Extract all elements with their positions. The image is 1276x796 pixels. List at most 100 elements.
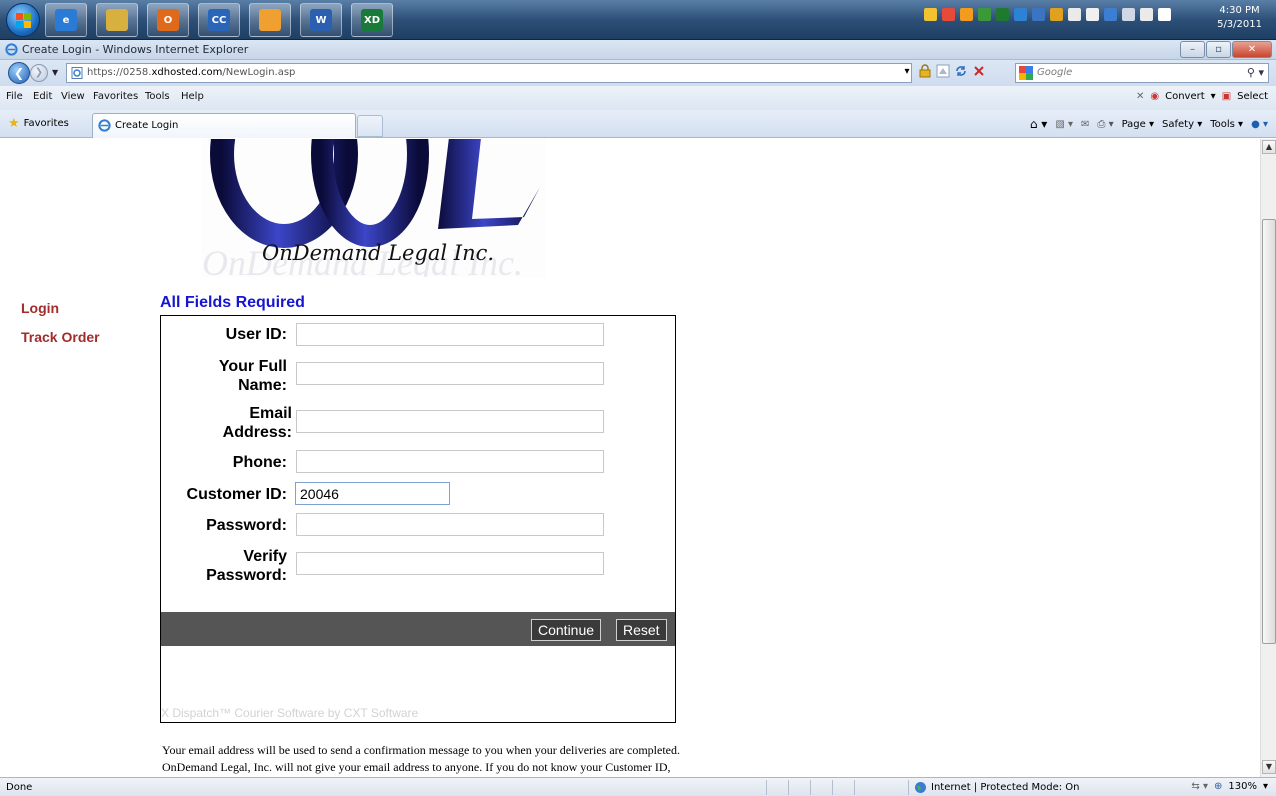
email-label-line1: Email — [249, 405, 292, 422]
calendar-app-icon — [259, 9, 281, 31]
file-explorer-icon — [106, 9, 128, 31]
taskbar-app-button[interactable] — [249, 3, 291, 37]
favorites-button[interactable]: ★ Favorites — [8, 116, 69, 131]
menu-help[interactable]: Help — [181, 91, 204, 102]
menu-favorites[interactable]: Favorites — [93, 91, 138, 102]
login-link[interactable]: Login — [21, 300, 59, 316]
menu-tools[interactable]: Tools — [145, 91, 170, 102]
lock-icon[interactable] — [918, 64, 932, 78]
windows-logo-icon — [16, 13, 32, 29]
form-button-bar: Continue Reset — [161, 612, 675, 646]
taskbar-app-button[interactable] — [96, 3, 138, 37]
continue-button[interactable]: Continue — [531, 619, 602, 641]
reset-button[interactable]: Reset — [616, 619, 667, 641]
internet-explorer-icon — [98, 119, 111, 132]
convert-dropdown-icon[interactable]: ▾ — [1211, 91, 1216, 102]
taskbar-app-button[interactable]: CC — [198, 3, 240, 37]
tray-icon[interactable] — [1158, 8, 1171, 21]
password-input[interactable] — [296, 513, 604, 536]
page-icon — [71, 67, 83, 79]
stop-icon[interactable] — [972, 64, 986, 78]
security-zone[interactable]: Internet | Protected Mode: On — [914, 781, 1079, 794]
tray-icon[interactable] — [1014, 8, 1027, 21]
tray-icon[interactable] — [1068, 8, 1081, 21]
email-input[interactable] — [296, 410, 604, 433]
tab-create-login[interactable]: Create Login — [92, 113, 356, 138]
taskbar-app-button[interactable]: e — [45, 3, 87, 37]
convert-button[interactable]: Convert — [1165, 91, 1205, 102]
software-credit: X Dispatch™ Courier Software by CXT Soft… — [161, 706, 419, 720]
close-button[interactable]: ✕ — [1232, 41, 1272, 58]
phone-input[interactable] — [296, 450, 604, 473]
tray-icon[interactable] — [924, 8, 937, 21]
user-id-input[interactable] — [296, 323, 604, 346]
safety-menu[interactable]: Safety ▾ — [1162, 119, 1202, 130]
address-bar[interactable]: https://0258.xdhosted.com/NewLogin.asp — [66, 63, 912, 83]
tray-icon[interactable] — [1140, 8, 1153, 21]
zoom-level[interactable]: 130% — [1228, 781, 1257, 792]
help-icon[interactable]: ● ▾ — [1251, 119, 1268, 130]
menu-bar: File Edit View Favorites Tools Help ✕ ◉ … — [0, 86, 1276, 110]
taskbar-app-button[interactable]: W — [300, 3, 342, 37]
menu-view[interactable]: View — [61, 91, 85, 102]
search-icon[interactable]: ⚲ ▾ — [1247, 66, 1264, 79]
taskbar-app-button[interactable]: XD — [351, 3, 393, 37]
privacy-note-line1: Your email address will be used to send … — [162, 743, 680, 757]
feeds-icon[interactable]: ▧ ▾ — [1055, 119, 1073, 130]
full-name-input[interactable] — [296, 362, 604, 385]
back-button[interactable]: ❮ — [8, 62, 30, 84]
minimize-button[interactable]: – — [1180, 41, 1205, 58]
refresh-icon[interactable] — [954, 64, 968, 78]
tools-menu[interactable]: Tools ▾ — [1210, 119, 1243, 130]
tray-icon[interactable] — [1032, 8, 1045, 21]
close-toolbar-icon[interactable]: ✕ — [1136, 91, 1144, 102]
page-menu[interactable]: Page ▾ — [1122, 119, 1154, 130]
forward-button[interactable]: ❯ — [30, 64, 48, 82]
status-separator — [908, 780, 909, 795]
clock-date: 5/3/2011 — [1217, 19, 1262, 30]
logo-text: OnDemand Legal Inc. — [262, 241, 495, 265]
track-order-link[interactable]: Track Order — [21, 329, 100, 345]
zoom-dropdown-icon[interactable]: ▾ — [1263, 781, 1268, 792]
protected-mode-icon[interactable]: ⇆ ▾ — [1191, 781, 1208, 792]
dropdown-arrow-icon[interactable]: ▾ — [900, 64, 914, 78]
taskbar-app-button[interactable]: O — [147, 3, 189, 37]
compatibility-view-icon[interactable] — [936, 64, 950, 78]
scroll-thumb[interactable] — [1262, 219, 1276, 644]
customer-id-input[interactable] — [295, 482, 450, 505]
start-button[interactable] — [6, 3, 40, 37]
phone-label: Phone: — [232, 454, 287, 471]
company-logo: OnDemand Legal Inc. OnDemand Legal Inc. — [202, 139, 546, 277]
scroll-down-icon[interactable]: ▼ — [1262, 760, 1276, 774]
taskbar-clock[interactable]: 4:30 PM 5/3/2011 — [1217, 4, 1262, 32]
vertical-scrollbar[interactable]: ▲ ▼ — [1260, 139, 1276, 777]
status-separator — [766, 780, 767, 795]
tray-icon[interactable] — [1122, 8, 1135, 21]
history-dropdown[interactable]: ▼ — [52, 68, 58, 77]
tray-icon[interactable] — [978, 8, 991, 21]
home-icon[interactable]: ⌂ ▾ — [1030, 117, 1047, 131]
tray-icon[interactable] — [1086, 8, 1099, 21]
zoom-icon: ⊕ — [1213, 781, 1223, 792]
search-input[interactable]: Google ⚲ ▾ — [1015, 63, 1269, 83]
page-content: OnDemand Legal Inc. OnDemand Legal Inc. … — [0, 139, 1260, 777]
status-separator — [854, 780, 855, 795]
tray-icon[interactable] — [1050, 8, 1063, 21]
tray-icon[interactable] — [996, 8, 1009, 21]
select-button[interactable]: Select — [1237, 91, 1268, 102]
print-icon[interactable]: ⎙ ▾ — [1097, 119, 1113, 130]
new-tab-button[interactable] — [357, 115, 383, 137]
verify-password-input[interactable] — [296, 552, 604, 575]
menu-edit[interactable]: Edit — [33, 91, 52, 102]
tray-icon[interactable] — [1104, 8, 1117, 21]
maximize-button[interactable]: ▫ — [1206, 41, 1231, 58]
tray-icon[interactable] — [960, 8, 973, 21]
scroll-up-icon[interactable]: ▲ — [1262, 140, 1276, 154]
windows-taskbar: e O CC W XD 4:30 PM 5/3/2011 — [0, 0, 1276, 40]
window-title-bar: Create Login - Windows Internet Explorer… — [0, 40, 1276, 60]
menu-file[interactable]: File — [6, 91, 23, 102]
status-separator — [832, 780, 833, 795]
mail-icon[interactable]: ✉ — [1081, 119, 1089, 130]
create-login-form: User ID: Your Full Name: Email Address: … — [160, 315, 676, 723]
tray-icon[interactable] — [942, 8, 955, 21]
